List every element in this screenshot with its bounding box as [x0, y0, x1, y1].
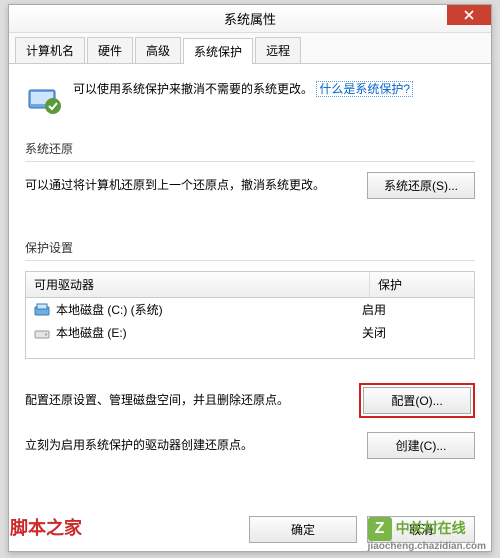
watermark-jbs: 脚本之家: [10, 514, 82, 540]
drive-name: 本地磁盘 (E:): [56, 324, 127, 341]
create-text: 立刻为启用系统保护的驱动器创建还原点。: [25, 435, 355, 455]
col-drive[interactable]: 可用驱动器: [26, 272, 370, 297]
create-row: 立刻为启用系统保护的驱动器创建还原点。 创建(C)...: [25, 432, 475, 459]
tab-hardware[interactable]: 硬件: [87, 37, 133, 63]
system-restore-button[interactable]: 系统还原(S)...: [367, 172, 475, 199]
create-button[interactable]: 创建(C)...: [367, 432, 475, 459]
watermark-zol: Z中关村在线 jiaocheng.chazidian.com: [368, 517, 486, 552]
system-restore-text: 可以通过将计算机还原到上一个还原点，撤消系统更改。: [25, 175, 355, 195]
tab-remote[interactable]: 远程: [255, 37, 301, 63]
col-status[interactable]: 保护: [370, 272, 474, 297]
titlebar: 系统属性: [9, 5, 491, 33]
ok-button[interactable]: 确定: [249, 516, 357, 543]
tab-strip: 计算机名 硬件 高级 系统保护 远程: [9, 33, 491, 64]
intro-text: 可以使用系统保护来撤消不需要的系统更改。 什么是系统保护?: [73, 80, 413, 118]
tab-content: 可以使用系统保护来撤消不需要的系统更改。 什么是系统保护? 系统还原 可以通过将…: [9, 64, 491, 483]
table-row[interactable]: 本地磁盘 (C:) (系统) 启用: [26, 298, 474, 321]
drives-table: 可用驱动器 保护 本地磁盘 (C:) (系统) 启用 本地磁盘 (E:): [25, 271, 475, 359]
system-restore-row: 可以通过将计算机还原到上一个还原点，撤消系统更改。 系统还原(S)...: [25, 172, 475, 199]
close-icon: [464, 10, 474, 20]
protection-settings-title: 保护设置: [25, 239, 475, 256]
table-body: 本地磁盘 (C:) (系统) 启用 本地磁盘 (E:) 关闭: [26, 298, 474, 358]
what-is-system-protection-link[interactable]: 什么是系统保护?: [316, 81, 413, 97]
hdd-primary-icon: [34, 303, 50, 317]
drive-status: 启用: [362, 301, 466, 318]
close-button[interactable]: [447, 5, 491, 25]
intro-message: 可以使用系统保护来撤消不需要的系统更改。: [73, 82, 313, 96]
tab-advanced[interactable]: 高级: [135, 37, 181, 63]
table-header: 可用驱动器 保护: [26, 272, 474, 298]
drive-name: 本地磁盘 (C:) (系统): [56, 301, 163, 318]
intro-row: 可以使用系统保护来撤消不需要的系统更改。 什么是系统保护?: [25, 74, 475, 132]
configure-button[interactable]: 配置(O)...: [363, 387, 471, 414]
configure-text: 配置还原设置、管理磁盘空间，并且删除还原点。: [25, 390, 347, 410]
window-title: 系统属性: [224, 9, 276, 28]
system-properties-window: 系统属性 计算机名 硬件 高级 系统保护 远程 可以使用系统保护来撤消不需要的系…: [8, 4, 492, 552]
shield-icon: [25, 80, 63, 118]
zol-logo-icon: Z: [368, 517, 392, 541]
configure-highlight: 配置(O)...: [359, 383, 475, 418]
configure-row: 配置还原设置、管理磁盘空间，并且删除还原点。 配置(O)...: [25, 383, 475, 418]
tab-computer-name[interactable]: 计算机名: [15, 37, 85, 63]
divider: [25, 260, 475, 261]
table-row[interactable]: 本地磁盘 (E:) 关闭: [26, 321, 474, 344]
tab-system-protection[interactable]: 系统保护: [183, 38, 253, 64]
divider: [25, 161, 475, 162]
hdd-icon: [34, 326, 50, 340]
drive-status: 关闭: [362, 324, 466, 341]
system-restore-title: 系统还原: [25, 140, 475, 157]
